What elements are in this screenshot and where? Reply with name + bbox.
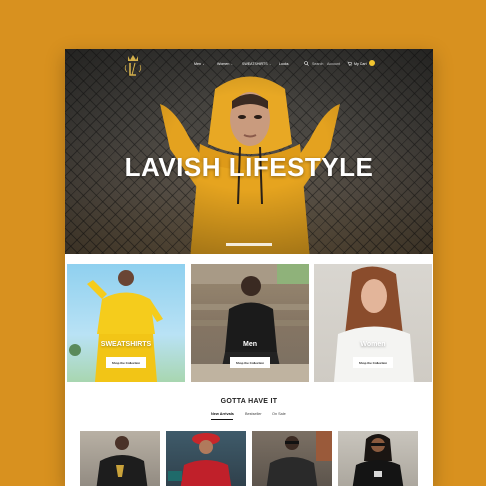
product-card-1[interactable] — [80, 431, 160, 486]
product-image — [352, 434, 404, 486]
active-tab-underline — [211, 419, 233, 420]
cart-icon[interactable] — [347, 61, 352, 66]
storefront-page: LAVISH LIFESTYLE Men › Women › SWEATSHIRTS… — [65, 49, 433, 486]
chevron-right-icon: › — [203, 62, 204, 66]
category-tile-women[interactable]: Women Shop the Collection — [314, 264, 432, 382]
nav-item-label: Men — [194, 62, 201, 66]
cart-link[interactable]: My Cart — [354, 62, 367, 66]
section-title: GOTTA HAVE IT — [220, 398, 278, 405]
nav-item-sweatshirts[interactable]: SWEATSHIRTS › — [242, 62, 271, 66]
product-card-4[interactable] — [338, 431, 418, 486]
tab-on-sale[interactable]: On Sale — [272, 412, 286, 416]
category-tile-sweatshirts[interactable]: SWEATSHIRTS Shop the Collection — [67, 264, 185, 382]
shop-collection-button[interactable]: Shop the Collection — [230, 357, 270, 368]
product-image — [168, 433, 232, 486]
category-label: Women — [360, 341, 386, 348]
crown-monogram-logo-icon[interactable] — [122, 53, 144, 79]
tab-bestseller[interactable]: Bestseller — [245, 412, 262, 416]
nav-item-men[interactable]: Men › — [194, 62, 204, 66]
nav-item-label: Looks — [279, 62, 289, 66]
product-image — [96, 436, 148, 486]
top-navigation: Men › Women › SWEATSHIRTS › Looks Search Ac… — [65, 49, 433, 79]
shop-collection-button[interactable]: Shop the Collection — [353, 357, 393, 368]
shop-collection-button[interactable]: Shop the Collection — [106, 357, 146, 368]
nav-item-label: SWEATSHIRTS — [242, 62, 268, 66]
category-label: SWEATSHIRTS — [100, 341, 152, 348]
chevron-right-icon: › — [269, 62, 271, 66]
nav-item-looks[interactable]: Looks — [279, 62, 289, 66]
cart-count-badge[interactable] — [369, 60, 375, 66]
product-image — [266, 431, 332, 486]
tab-new-arrivals[interactable]: New Arrivals — [211, 412, 234, 416]
nav-item-women[interactable]: Women › — [217, 62, 232, 66]
category-label: Men — [243, 341, 257, 348]
hero-slider-indicator[interactable] — [226, 243, 272, 246]
hero-title: LAVISH LIFESTYLE — [124, 152, 374, 182]
product-tabs: New Arrivals Bestseller On Sale — [65, 412, 433, 420]
account-link[interactable]: Account — [327, 62, 340, 66]
nav-item-label: Women — [217, 62, 230, 66]
product-card-2[interactable] — [166, 431, 246, 486]
chevron-right-icon: › — [231, 62, 233, 66]
hero-banner: LAVISH LIFESTYLE Men › Women › SWEATSHIRTS… — [65, 49, 433, 254]
search-link[interactable]: Search — [312, 62, 323, 66]
product-card-3[interactable] — [252, 431, 332, 486]
search-icon[interactable] — [304, 61, 309, 66]
category-tile-men[interactable]: Men Shop the Collection — [191, 264, 309, 382]
